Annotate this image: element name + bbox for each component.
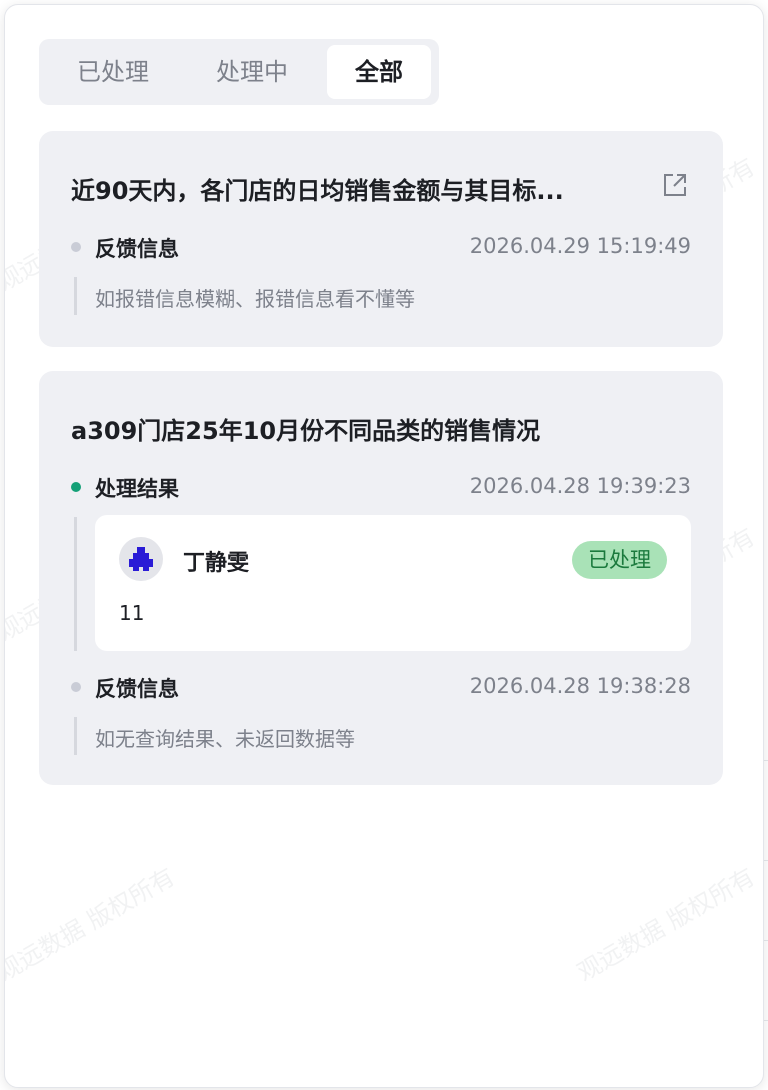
timeline-line: [74, 277, 77, 315]
user-name: 丁静雯: [183, 551, 250, 576]
result-time: 2026.04.28 19:39:23: [469, 474, 691, 498]
timeline-line: [74, 517, 77, 651]
feedback-time: 2026.04.29 15:19:49: [469, 234, 691, 258]
feedback-label: 反馈信息: [95, 677, 179, 701]
tab-processed[interactable]: 已处理: [49, 45, 177, 99]
feedback-time: 2026.04.28 19:38:28: [469, 674, 691, 698]
feedback-panel: 观远数据 版权所有 观远数据 版权所有 观远数据 版权所有 观远数据 版权所有 …: [4, 4, 764, 1088]
timeline-line: [74, 717, 77, 755]
timeline-dot: [71, 482, 81, 492]
tab-all[interactable]: 全部: [327, 45, 431, 99]
card-title: 近90天内，各门店的日均销售金额与其目标...: [71, 177, 564, 205]
timeline-dot: [71, 242, 81, 252]
card-title: a309门店25年10月份不同品类的销售情况: [71, 417, 541, 445]
result-label: 处理结果: [95, 477, 179, 501]
feedback-card[interactable]: 近90天内，各门店的日均销售金额与其目标... 反馈信息 2026.04.29 …: [39, 131, 723, 347]
watermark: 观远数据 版权所有: [572, 862, 760, 987]
avatar[interactable]: [119, 537, 163, 581]
reply-box: 丁静雯 已处理 11: [95, 515, 691, 651]
timeline-dot: [71, 682, 81, 692]
status-badge: 已处理: [572, 541, 667, 579]
tab-processing[interactable]: 处理中: [187, 45, 317, 99]
reply-text: 11: [119, 601, 145, 625]
feedback-text: 如无查询结果、未返回数据等: [95, 727, 355, 751]
feedback-label: 反馈信息: [95, 237, 179, 261]
external-link-icon[interactable]: [661, 171, 689, 199]
status-filter-tabs: 已处理 处理中 全部: [39, 39, 439, 105]
watermark: 观远数据 版权所有: [4, 862, 180, 987]
feedback-text: 如报错信息模糊、报错信息看不懂等: [95, 287, 415, 311]
feedback-card[interactable]: a309门店25年10月份不同品类的销售情况 处理结果 2026.04.28 1…: [39, 371, 723, 785]
